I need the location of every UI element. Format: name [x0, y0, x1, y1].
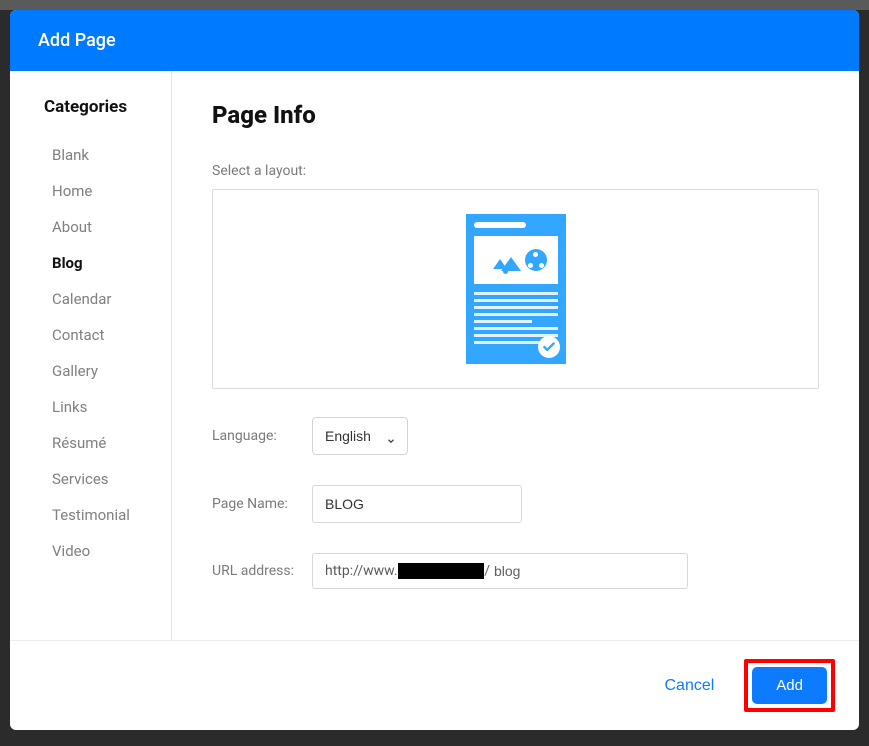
add-page-modal: Add Page Categories Blank Home About Blo… [10, 10, 859, 730]
sidebar-item-services[interactable]: Services [44, 461, 155, 497]
categories-list: Blank Home About Blog Calendar Contact G… [44, 137, 155, 569]
categories-heading: Categories [44, 97, 155, 117]
page-name-row: Page Name: [212, 485, 819, 523]
sidebar-item-resume[interactable]: Résumé [44, 425, 155, 461]
language-select[interactable]: English [312, 417, 408, 455]
selected-check-icon [538, 336, 560, 358]
page-info-panel: Page Info Select a layout: [172, 71, 859, 640]
page-name-label: Page Name: [212, 496, 312, 512]
modal-footer: Cancel Add [10, 640, 859, 730]
language-label: Language: [212, 428, 312, 444]
sidebar-item-testimonial[interactable]: Testimonial [44, 497, 155, 533]
sidebar-item-blank[interactable]: Blank [44, 137, 155, 173]
url-row: URL address: http://www. / [212, 553, 819, 589]
cancel-button[interactable]: Cancel [664, 677, 714, 695]
sidebar-item-links[interactable]: Links [44, 389, 155, 425]
sidebar-item-about[interactable]: About [44, 209, 155, 245]
url-label: URL address: [212, 563, 312, 579]
url-prefix: http://www. [325, 563, 398, 579]
sidebar-item-video[interactable]: Video [44, 533, 155, 569]
layout-thumbnail[interactable] [466, 214, 566, 364]
sidebar-item-blog[interactable]: Blog [44, 245, 155, 281]
sidebar-item-calendar[interactable]: Calendar [44, 281, 155, 317]
sidebar-item-contact[interactable]: Contact [44, 317, 155, 353]
page-info-heading: Page Info [212, 101, 819, 129]
modal-title: Add Page [10, 10, 859, 71]
categories-sidebar: Categories Blank Home About Blog Calenda… [10, 71, 172, 640]
url-field[interactable]: http://www. / [312, 553, 688, 589]
url-redacted [398, 563, 485, 579]
page-name-input[interactable] [312, 485, 522, 523]
add-button-highlight: Add [744, 659, 835, 712]
sidebar-item-home[interactable]: Home [44, 173, 155, 209]
language-row: Language: English [212, 417, 819, 455]
url-separator: / [484, 563, 490, 579]
layout-label: Select a layout: [212, 163, 819, 179]
url-slug-input[interactable] [491, 563, 675, 579]
add-button[interactable]: Add [752, 667, 827, 704]
sidebar-item-gallery[interactable]: Gallery [44, 353, 155, 389]
layout-preview-box [212, 189, 819, 389]
